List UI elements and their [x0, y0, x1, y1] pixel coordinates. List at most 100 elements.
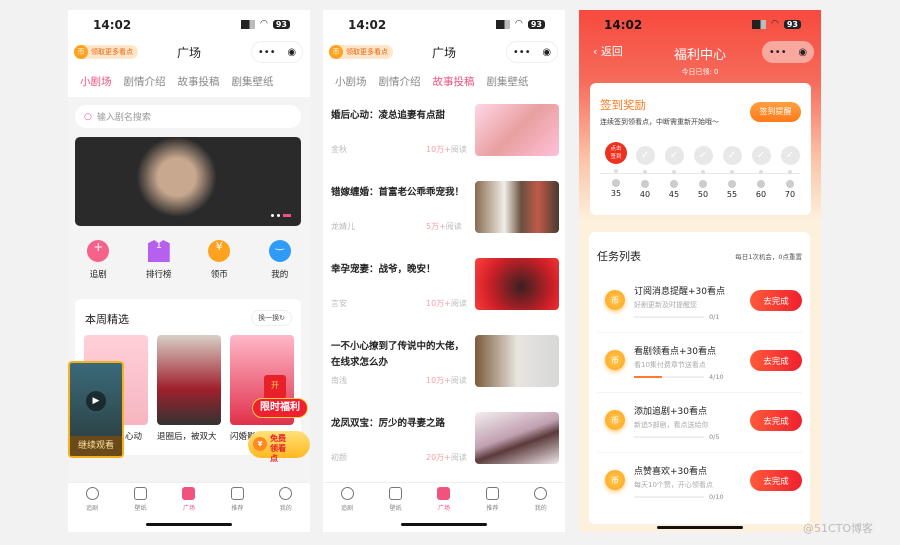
close-target-icon[interactable]: ◉: [287, 47, 296, 58]
watermark: @51CTO博客: [803, 522, 874, 535]
nav-label: 广场: [437, 505, 450, 512]
banner-carousel[interactable]: [75, 137, 301, 226]
limited-welfare-button[interactable]: 限时福利: [252, 398, 308, 418]
tab-story[interactable]: 故事投稿: [433, 74, 475, 89]
nav-follow[interactable]: 追剧: [327, 483, 367, 532]
divider: [597, 332, 802, 333]
screen-welfare: 14:02 ◠ 93 ‹ 返回 福利中心 ••• ◉ 今日已领: 0 签到奖励 连续…: [579, 10, 821, 532]
more-icon[interactable]: •••: [513, 47, 531, 58]
dot: [701, 170, 705, 174]
tab-story[interactable]: 故事投稿: [178, 74, 220, 89]
continue-label: 继续观看: [70, 436, 122, 456]
story-title: 幸孕宠妻：战爷，晚安！: [331, 264, 436, 275]
search-placeholder: 输入剧名搜索: [96, 113, 151, 123]
signin-day: ✓ 40: [633, 140, 657, 210]
sign-now-badge[interactable]: 点击签到: [605, 142, 627, 164]
task-name: 订阅消息提醒+30看点: [634, 287, 725, 297]
nav-follow[interactable]: 追剧: [72, 483, 112, 532]
quick-coins[interactable]: ¥ 领币: [194, 240, 244, 280]
check-icon: ✓: [693, 146, 713, 165]
quick-ranking[interactable]: 1 排行榜: [134, 240, 184, 280]
nav-mine[interactable]: 我的: [521, 483, 561, 532]
more-icon[interactable]: •••: [769, 47, 787, 58]
quick-mine[interactable]: ‿ 我的: [255, 240, 305, 280]
day-points: 50: [697, 190, 709, 199]
free-points-button[interactable]: ¥ 免费领看点: [248, 431, 310, 463]
free-points-label: 免费领看点: [270, 434, 286, 463]
continue-watching-float[interactable]: ▶ 继续观看: [68, 361, 124, 458]
tab-wallpaper[interactable]: 剧集壁纸: [232, 74, 274, 89]
coin-icon: 币: [605, 350, 625, 370]
quick-follow[interactable]: + 追剧: [73, 240, 123, 280]
status-icons: ◠ 93: [496, 19, 545, 29]
task-name: 点赞喜欢+30看点: [634, 467, 707, 477]
more-icon[interactable]: •••: [258, 47, 276, 58]
task-complete-button[interactable]: 去完成: [750, 350, 802, 371]
home-indicator: [401, 523, 487, 526]
story-author: 南浅: [331, 376, 347, 385]
signal-icon: [496, 19, 510, 29]
divider: [597, 452, 802, 453]
tab-theater[interactable]: 小剧场: [335, 74, 367, 89]
wifi-icon: ◠: [771, 19, 779, 29]
story-item[interactable]: 婚后心动：凌总追妻有点甜 金秋 10万+阅读: [331, 104, 559, 164]
close-target-icon[interactable]: ◉: [798, 47, 807, 58]
tasks-note: 每日1次机会，0点重置: [735, 253, 802, 261]
dot: [788, 170, 792, 174]
story-title: 婚后心动：凌总追妻有点甜: [331, 110, 446, 121]
story-author: 龙婧儿: [331, 222, 355, 231]
nav-mine[interactable]: 我的: [266, 483, 306, 532]
quick-label: 领币: [210, 270, 228, 280]
story-item[interactable]: 错嫁缠婚：首富老公乖乖宠我！ 龙婧儿 5万+阅读: [331, 181, 559, 241]
quick-label: 排行榜: [145, 270, 172, 280]
crown-icon: 1: [147, 240, 170, 262]
task-complete-button[interactable]: 去完成: [750, 290, 802, 311]
signin-remind-button[interactable]: 签到提醒: [750, 102, 801, 122]
tab-plot[interactable]: 剧情介绍: [124, 74, 166, 89]
story-item[interactable]: 一不小心撩到了传说中的大佬，在线求怎么办 南浅 10万+阅读: [331, 335, 559, 395]
screen-plaza: 14:02 ◠ 93 币领取更多看点 广场 ••• ◉ 小剧场 剧情介绍 故事投稿 …: [68, 10, 310, 532]
tab-wallpaper[interactable]: 剧集壁纸: [487, 74, 529, 89]
signal-icon: [241, 19, 255, 29]
check-icon: ✓: [635, 146, 655, 165]
day-points: 55: [726, 190, 738, 199]
home-indicator: [657, 526, 743, 529]
carousel-dots: [271, 214, 291, 217]
tab-theater[interactable]: 小剧场: [80, 74, 112, 89]
search-input[interactable]: ○ 输入剧名搜索: [75, 105, 301, 128]
battery-icon: 93: [272, 19, 290, 29]
plaza-icon: [437, 487, 451, 500]
day-points: 35: [610, 189, 622, 198]
screen-stories: 14:02 ◠ 93 币领取更多看点 广场 ••• ◉ 小剧场 剧情介绍 故事投稿 …: [323, 10, 565, 532]
task-desc: 好剧更新及时提醒您: [634, 301, 697, 309]
story-cover: [475, 181, 559, 233]
task-progress-bar: [634, 316, 704, 318]
refresh-button[interactable]: 换一换↻: [251, 310, 292, 326]
story-item[interactable]: 龙凤双宝：厉少的寻妻之路 初颜 20万+阅读: [331, 412, 559, 472]
signin-day[interactable]: 点击签到 35: [604, 140, 628, 210]
nav-label: 广场: [182, 505, 195, 512]
story-item[interactable]: 幸孕宠妻：战爷，晚安！ 言安 10万+阅读: [331, 258, 559, 318]
tab-plot[interactable]: 剧情介绍: [379, 74, 421, 89]
task-desc: 新追5部剧，看点送给你: [634, 421, 709, 429]
story-cover: [475, 412, 559, 464]
user-icon: ‿: [268, 240, 291, 262]
signin-desc: 连续签到领看点，中断需重新开始哦～: [600, 118, 719, 126]
task-progress-text: 4/10: [709, 373, 724, 381]
poster[interactable]: [157, 335, 221, 425]
coin-icon: 币: [605, 470, 625, 490]
user-icon: [534, 487, 548, 500]
coin-yen-icon: ¥: [208, 240, 231, 262]
mini-capsule[interactable]: ••• ◉: [506, 41, 558, 63]
task-complete-button[interactable]: 去完成: [750, 410, 802, 431]
mini-capsule[interactable]: ••• ◉: [251, 41, 303, 63]
close-target-icon[interactable]: ◉: [542, 47, 551, 58]
weekly-title: 本周精选: [85, 313, 129, 326]
coin-icon: ¥: [253, 437, 267, 451]
story-title: 一不小心撩到了传说中的大佬，在线求怎么办: [331, 341, 465, 368]
task-name: 看剧领看点+30看点: [634, 347, 716, 357]
task-complete-button[interactable]: 去完成: [750, 470, 802, 491]
task-progress-bar: [634, 496, 704, 498]
mini-capsule[interactable]: ••• ◉: [762, 41, 814, 63]
task-name: 添加追剧+30看点: [634, 407, 707, 417]
